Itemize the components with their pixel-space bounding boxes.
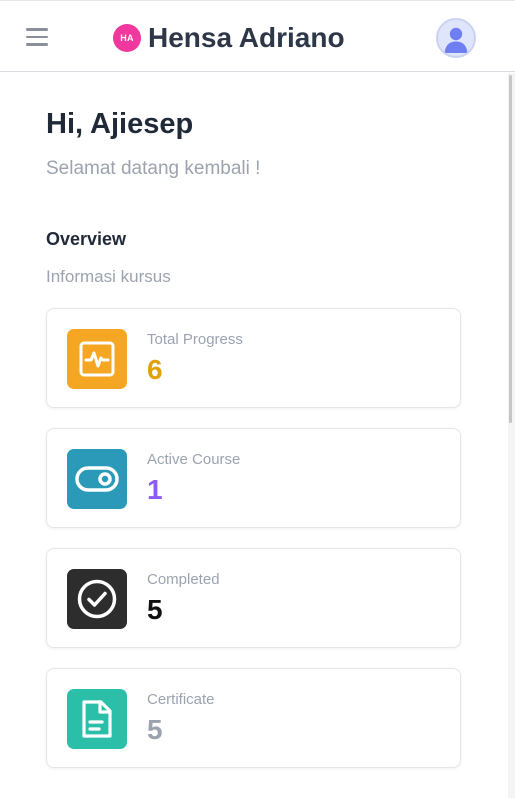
brand-logo: HA [113, 24, 141, 52]
stat-label: Total Progress [147, 331, 243, 348]
user-avatar-icon[interactable] [436, 18, 476, 58]
brand[interactable]: HA Hensa Adriano [113, 21, 345, 55]
stat-value: 5 [147, 594, 163, 625]
greeting-heading: Hi, Ajiesep [46, 108, 194, 140]
hamburger-menu-icon[interactable] [26, 28, 48, 46]
stat-card-certificate[interactable]: Certificate 5 [46, 668, 461, 768]
overview-title: Overview [46, 229, 127, 249]
stat-card-active-course[interactable]: Active Course 1 [46, 428, 461, 528]
stat-card-total-progress[interactable]: Total Progress 6 [46, 308, 461, 408]
stat-label: Certificate [147, 691, 215, 708]
document-icon [67, 689, 127, 749]
stat-value: 6 [147, 354, 163, 385]
stat-label: Active Course [147, 451, 241, 468]
brand-name: Hensa Adriano [148, 22, 345, 53]
overview-subtitle: Informasi kursus [46, 267, 171, 286]
activity-chart-icon [67, 329, 127, 389]
welcome-subtitle: Selamat datang kembali ! [46, 158, 261, 179]
scrollbar[interactable] [508, 73, 515, 798]
toggle-icon [67, 449, 127, 509]
stat-value: 5 [147, 714, 163, 745]
scrollbar-thumb[interactable] [509, 75, 512, 423]
stat-label: Completed [147, 571, 220, 588]
check-circle-icon [67, 569, 127, 629]
stat-card-completed[interactable]: Completed 5 [46, 548, 461, 648]
stat-value: 1 [147, 474, 163, 505]
top-app-bar: HA Hensa Adriano [0, 0, 515, 72]
